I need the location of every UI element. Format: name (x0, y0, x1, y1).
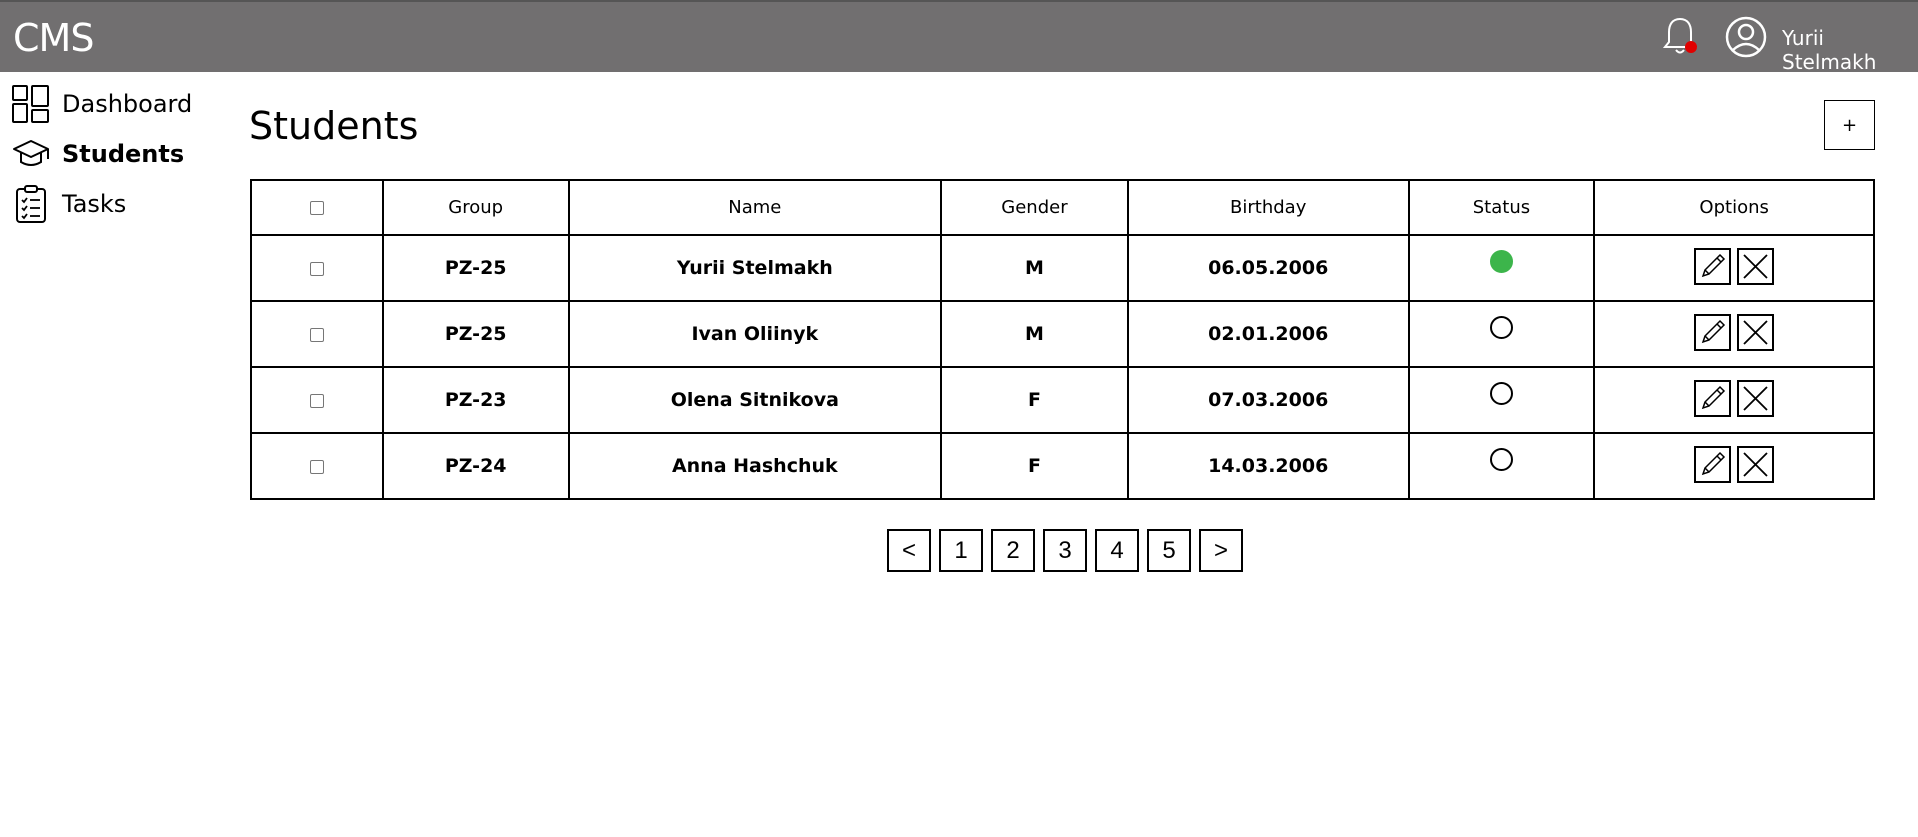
cell-gender: F (940, 432, 1129, 500)
user-circle-icon (1725, 16, 1767, 58)
pencil-icon (1701, 451, 1726, 475)
select-all-checkbox[interactable] (309, 201, 324, 215)
cell-name: Anna Hashchuk (567, 432, 943, 500)
delete-button[interactable] (1737, 313, 1775, 351)
row-checkbox[interactable] (309, 327, 324, 342)
cell-birthday: 14.03.2006 (1126, 432, 1410, 500)
sidebar-item-dashboard[interactable]: Dashboard (12, 82, 232, 126)
delete-button[interactable] (1737, 445, 1775, 483)
row-checkbox[interactable] (309, 261, 324, 276)
row-checkbox[interactable] (309, 393, 324, 408)
column-header-birthday[interactable]: Birthday (1126, 179, 1410, 236)
cell-name: Yurii Stelmakh (567, 234, 943, 302)
notification-dot (1685, 41, 1697, 53)
pencil-icon (1701, 319, 1726, 343)
add-student-button[interactable]: + (1824, 100, 1875, 150)
pencil-icon (1701, 385, 1726, 409)
table-row: PZ-25 Yurii Stelmakh M 06.05.2006 (250, 234, 1875, 302)
pagination-page-3[interactable]: 3 (1043, 529, 1087, 572)
pagination-page-2[interactable]: 2 (991, 529, 1035, 572)
pagination: < 1 2 3 4 5 > (887, 529, 1243, 572)
table-row: PZ-25 Ivan Oliinyk M 02.01.2006 (250, 300, 1875, 368)
cell-birthday: 02.01.2006 (1126, 300, 1410, 368)
sidebar-item-students[interactable]: Students (12, 132, 232, 176)
cell-name: Olena Sitnikova (567, 366, 943, 434)
row-checkbox[interactable] (309, 459, 324, 474)
close-icon (1743, 385, 1768, 411)
options-cell (1593, 366, 1875, 434)
sidebar-item-tasks[interactable]: Tasks (12, 182, 232, 226)
cell-birthday: 06.05.2006 (1126, 234, 1410, 302)
notifications-button[interactable] (1660, 14, 1700, 58)
close-icon (1743, 451, 1768, 477)
edit-button[interactable] (1694, 445, 1732, 483)
dashboard-icon (12, 85, 49, 123)
pagination-prev-button[interactable]: < (887, 529, 931, 572)
pagination-page-1[interactable]: 1 (939, 529, 983, 572)
cell-group: PZ-24 (381, 432, 570, 500)
clipboard-list-icon (16, 185, 46, 223)
column-header-group[interactable]: Group (381, 179, 570, 236)
cell-gender: F (940, 366, 1129, 434)
students-table: Group Name Gender Birthday Status Option… (250, 179, 1875, 500)
cell-group: PZ-25 (381, 234, 570, 302)
sidebar-item-label: Students (62, 140, 185, 168)
status-active-indicator (1489, 250, 1513, 273)
table-header-row: Group Name Gender Birthday Status Option… (250, 179, 1875, 236)
status-inactive-indicator (1489, 316, 1513, 339)
cell-birthday: 07.03.2006 (1126, 366, 1410, 434)
close-icon (1743, 319, 1768, 345)
app-brand[interactable]: CMS (13, 16, 94, 60)
table-row: PZ-24 Anna Hashchuk F 14.03.2006 (250, 432, 1875, 500)
cell-gender: M (940, 234, 1129, 302)
table-row: PZ-23 Olena Sitnikova F 07.03.2006 (250, 366, 1875, 434)
close-icon (1743, 253, 1768, 279)
pagination-page-5[interactable]: 5 (1147, 529, 1191, 572)
graduation-cap-icon (13, 140, 49, 166)
user-name[interactable]: Yurii Stelmakh (1782, 26, 1918, 74)
column-header-gender[interactable]: Gender (940, 179, 1129, 236)
cell-name: Ivan Oliinyk (567, 300, 943, 368)
cell-group: PZ-23 (381, 366, 570, 434)
column-header-name[interactable]: Name (567, 179, 943, 236)
options-cell (1593, 234, 1875, 302)
user-avatar[interactable] (1725, 16, 1767, 58)
edit-button[interactable] (1694, 313, 1732, 351)
cell-gender: M (940, 300, 1129, 368)
options-cell (1593, 300, 1875, 368)
column-header-options: Options (1593, 179, 1875, 236)
select-all-cell (250, 179, 384, 236)
options-cell (1593, 432, 1875, 500)
pencil-icon (1701, 253, 1726, 277)
pagination-next-button[interactable]: > (1199, 529, 1243, 572)
sidebar-item-label: Dashboard (62, 90, 193, 118)
edit-button[interactable] (1694, 247, 1732, 285)
bell-icon (1662, 17, 1698, 54)
pagination-page-4[interactable]: 4 (1095, 529, 1139, 572)
status-inactive-indicator (1489, 382, 1513, 405)
delete-button[interactable] (1737, 379, 1775, 417)
cell-group: PZ-25 (381, 300, 570, 368)
edit-button[interactable] (1694, 379, 1732, 417)
status-inactive-indicator (1489, 448, 1513, 471)
top-bar: CMS Yurii Stelmakh (0, 0, 1918, 74)
column-header-status[interactable]: Status (1407, 179, 1596, 236)
delete-button[interactable] (1737, 247, 1775, 285)
sidebar-item-label: Tasks (62, 190, 127, 218)
page-title: Students (249, 104, 419, 148)
